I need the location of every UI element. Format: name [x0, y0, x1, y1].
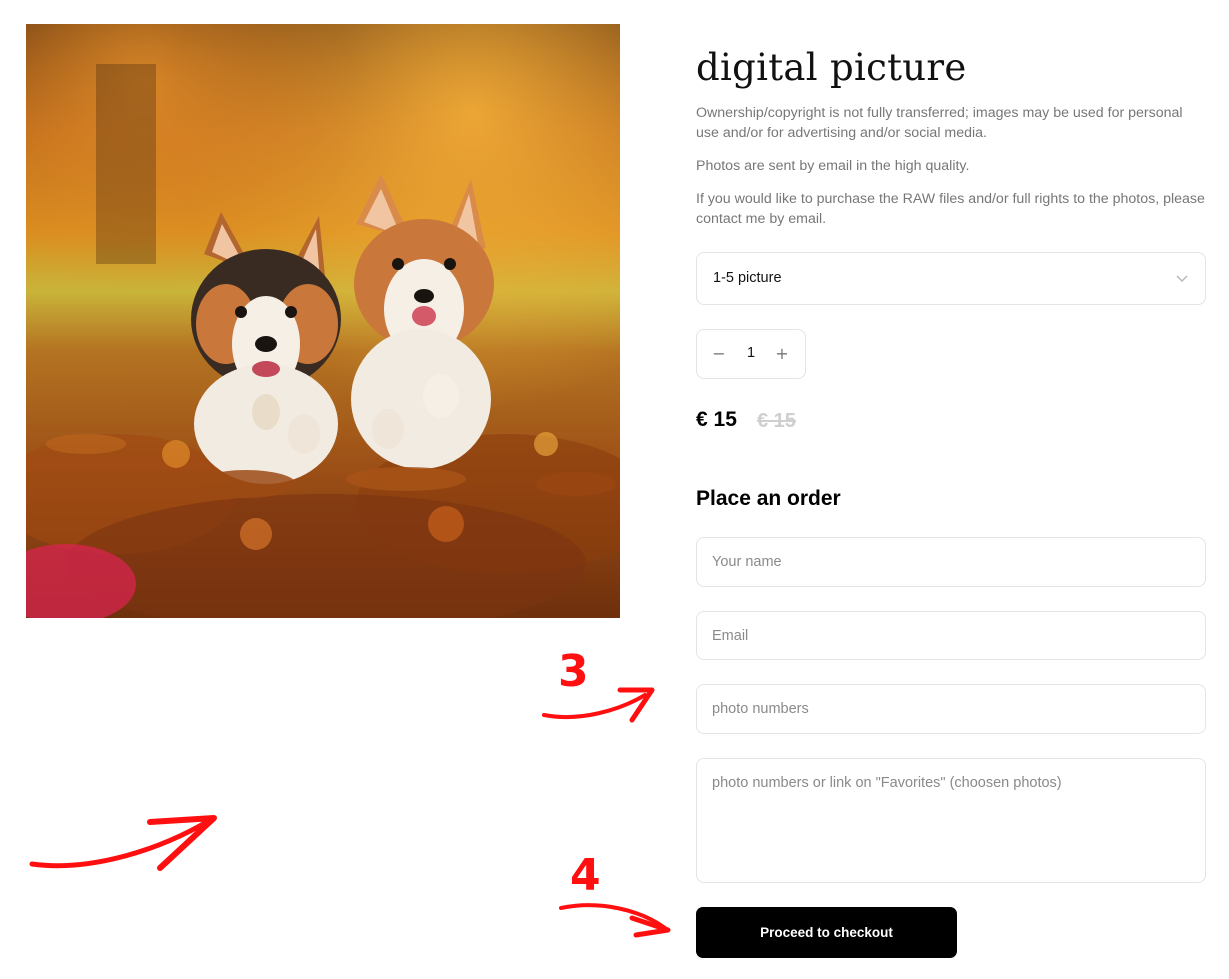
quantity-value[interactable]: 1 [741, 345, 761, 361]
picture-count-select[interactable]: 1-5 picture [696, 252, 1206, 305]
checkout-button[interactable]: Proceed to checkout [696, 907, 957, 958]
product-image[interactable] [26, 24, 620, 618]
annotation-number-3: 3 [558, 646, 589, 697]
arrow-to-checkout-icon [559, 903, 667, 930]
arrow-to-photo-numbers-icon [542, 693, 647, 720]
decrease-quantity-button[interactable]: − [709, 344, 729, 364]
corgi-photo [26, 24, 620, 618]
photo-numbers-field[interactable] [696, 684, 1206, 734]
chevron-down-icon [1176, 275, 1188, 282]
arrow-bottom-left-icon [29, 817, 213, 869]
product-description-copyright: Ownership/copyright is not fully transfe… [696, 105, 1183, 141]
current-price: € 15 [696, 408, 737, 431]
photo-notes-field[interactable] [696, 758, 1206, 883]
product-title: digital picture [696, 46, 967, 89]
arrowhead-3-icon [617, 687, 655, 723]
increase-quantity-button[interactable]: + [772, 344, 792, 364]
old-price: € 15 [757, 410, 796, 432]
annotation-number-4: 4 [570, 850, 601, 901]
arrowhead-4-icon [629, 915, 671, 938]
product-description-raw: If you would like to purchase the RAW fi… [696, 191, 1205, 227]
name-field[interactable] [696, 537, 1206, 587]
quantity-stepper: − 1 + [696, 329, 806, 379]
order-heading: Place an order [696, 487, 841, 510]
email-field[interactable] [696, 611, 1206, 660]
arrowhead-bottom-left-icon [147, 815, 217, 871]
product-description-delivery: Photos are sent by email in the high qua… [696, 158, 970, 174]
select-value: 1-5 picture [713, 270, 782, 286]
